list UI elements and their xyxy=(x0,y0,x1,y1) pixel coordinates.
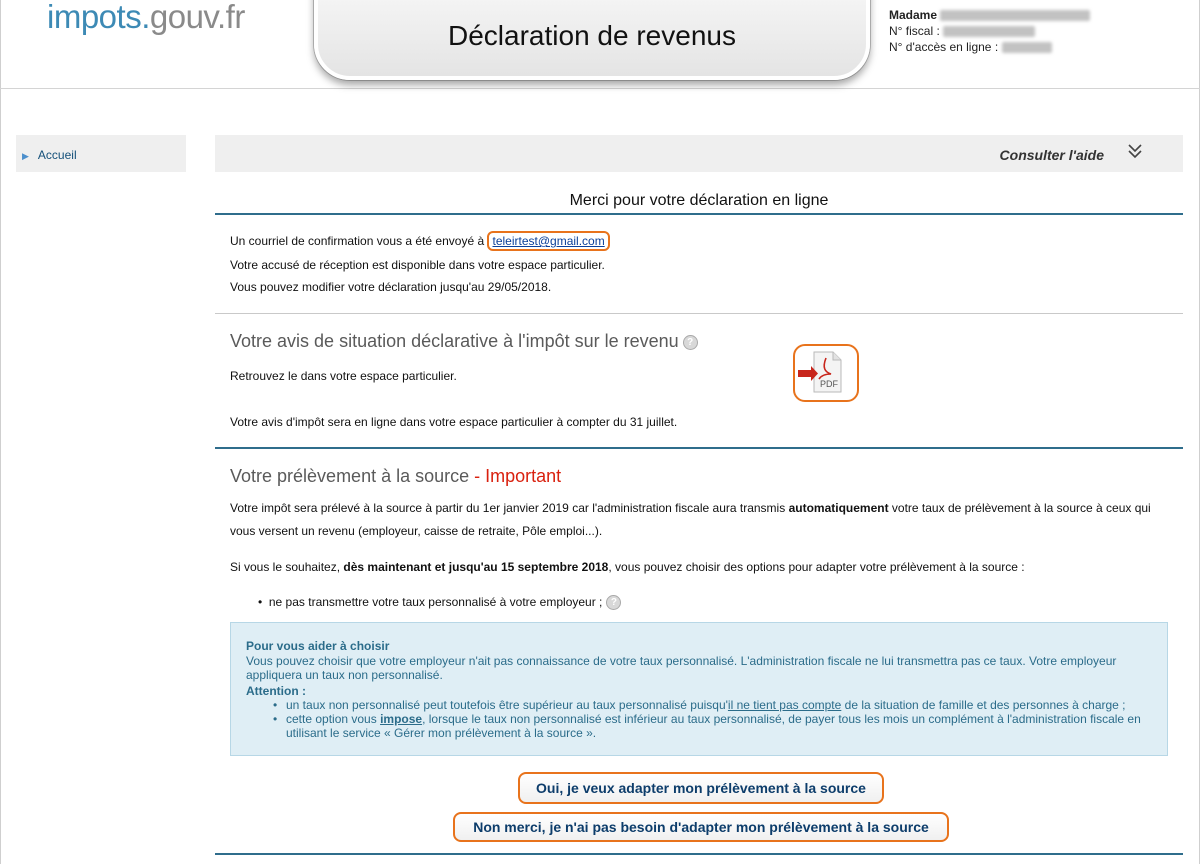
avis-line2: Votre avis d'impôt sera en ligne dans vo… xyxy=(230,415,678,429)
li2-underline-bold: impose xyxy=(380,712,423,726)
logo-part2: gouv.fr xyxy=(149,0,245,35)
info-box: Pour vous aider à choisir Vous pouvez ch… xyxy=(230,622,1168,756)
prelevement-section-title: Votre prélèvement à la source - Importan… xyxy=(230,466,561,487)
section-divider xyxy=(215,447,1183,449)
help-link[interactable]: Consulter l'aide xyxy=(1000,147,1104,163)
sidebar: ▶ Accueil xyxy=(16,135,186,172)
info-box-list: un taux non personnalisé peut toutefois … xyxy=(271,698,1151,740)
pdf-label: PDF xyxy=(820,379,839,389)
user-name-label: Madame xyxy=(889,8,938,22)
access-number-label: N° d'accès en ligne : xyxy=(889,40,999,54)
help-bar: Consulter l'aide xyxy=(215,135,1183,172)
confirmation-email-line: Un courriel de confirmation vous a été e… xyxy=(230,231,610,251)
p1-bold: automatiquement xyxy=(788,501,889,515)
prelevement-paragraph1-cont: vous versent un revenu (employeur, caiss… xyxy=(230,524,603,538)
help-question-icon[interactable]: ? xyxy=(606,595,622,611)
avis-title-text: Votre avis de situation déclarative à l'… xyxy=(230,331,679,351)
redacted-name xyxy=(940,10,1091,22)
section-divider xyxy=(215,853,1183,855)
info-box-text: Vous pouvez choisir que votre employeur … xyxy=(246,654,1117,682)
receipt-line: Votre accusé de réception est disponible… xyxy=(230,258,605,272)
title-tab: Déclaration de revenus xyxy=(314,0,870,80)
important-label: - Important xyxy=(469,466,562,486)
no-thanks-button[interactable]: Non merci, je n'ai pas besoin d'adapter … xyxy=(453,812,949,842)
li2-text: cette option vous xyxy=(286,712,381,726)
option-bullet: • ne pas transmettre votre taux personna… xyxy=(258,595,622,611)
prelevement-paragraph1: Votre impôt sera prélevé à la source à p… xyxy=(230,501,1151,515)
fiscal-number-label: N° fiscal : xyxy=(889,24,940,38)
p2-text: Si vous le souhaitez, xyxy=(230,560,344,574)
sidebar-item-accueil[interactable]: ▶ Accueil xyxy=(22,148,77,162)
yes-adapt-button[interactable]: Oui, je veux adapter mon prélèvement à l… xyxy=(518,772,884,804)
triangle-right-icon: ▶ xyxy=(22,151,29,161)
avis-line1: Retrouvez le dans votre espace particuli… xyxy=(230,369,457,383)
pdf-download-button[interactable]: PDF xyxy=(793,344,859,402)
help-question-icon[interactable]: ? xyxy=(682,334,698,350)
modify-deadline-line: Vous pouvez modifier votre déclaration j… xyxy=(230,280,552,294)
redacted-access-number xyxy=(1001,42,1052,54)
section-divider xyxy=(215,213,1183,215)
li1-text-end: de la situation de famille et des person… xyxy=(841,698,1126,712)
pdf-icon: PDF xyxy=(798,351,842,393)
logo-part1: impots. xyxy=(47,0,150,35)
li1-underline: il ne tient pas compte xyxy=(727,698,842,712)
prelevement-title-text: Votre prélèvement à la source xyxy=(230,466,470,486)
p2-bold: dès maintenant et jusqu'au 15 septembre … xyxy=(343,560,609,574)
confirmation-title: Merci pour votre déclaration en ligne xyxy=(569,192,829,209)
header: impots.gouv.fr Déclaration de revenus Ma… xyxy=(0,0,1200,100)
email-link[interactable]: teleirtest@gmail.com xyxy=(487,231,610,251)
section-divider xyxy=(215,313,1183,314)
redacted-fiscal-number xyxy=(943,26,1036,38)
sidebar-item-label: Accueil xyxy=(37,148,77,162)
avis-section-title: Votre avis de situation déclarative à l'… xyxy=(230,331,698,352)
list-item: cette option vous impose, lorsque le tau… xyxy=(271,712,1151,740)
header-divider xyxy=(0,88,1200,89)
double-chevron-down-icon[interactable] xyxy=(1127,141,1143,161)
page-title: Déclaration de revenus xyxy=(448,20,736,51)
p1-text-end: votre taux de prélèvement à la source à … xyxy=(888,501,1151,515)
list-item: un taux non personnalisé peut toutefois … xyxy=(271,698,1151,712)
email-prefix: Un courriel de confirmation vous a été e… xyxy=(230,234,488,248)
info-box-attention: Attention : xyxy=(246,684,306,698)
prelevement-paragraph2: Si vous le souhaitez, dès maintenant et … xyxy=(230,560,1025,574)
p2-text-end: , vous pouvez choisir des options pour a… xyxy=(608,560,1025,574)
p1-text: Votre impôt sera prélevé à la source à p… xyxy=(230,501,789,515)
li1-text: un taux non personnalisé peut toutefois … xyxy=(286,698,728,712)
site-logo[interactable]: impots.gouv.fr xyxy=(47,0,245,36)
option-text: ne pas transmettre votre taux personnali… xyxy=(268,595,603,609)
user-info: Madame N° fiscal : N° d'accès en ligne : xyxy=(889,7,1091,55)
info-box-title: Pour vous aider à choisir xyxy=(246,639,390,653)
bullet-dot: • xyxy=(258,595,269,609)
